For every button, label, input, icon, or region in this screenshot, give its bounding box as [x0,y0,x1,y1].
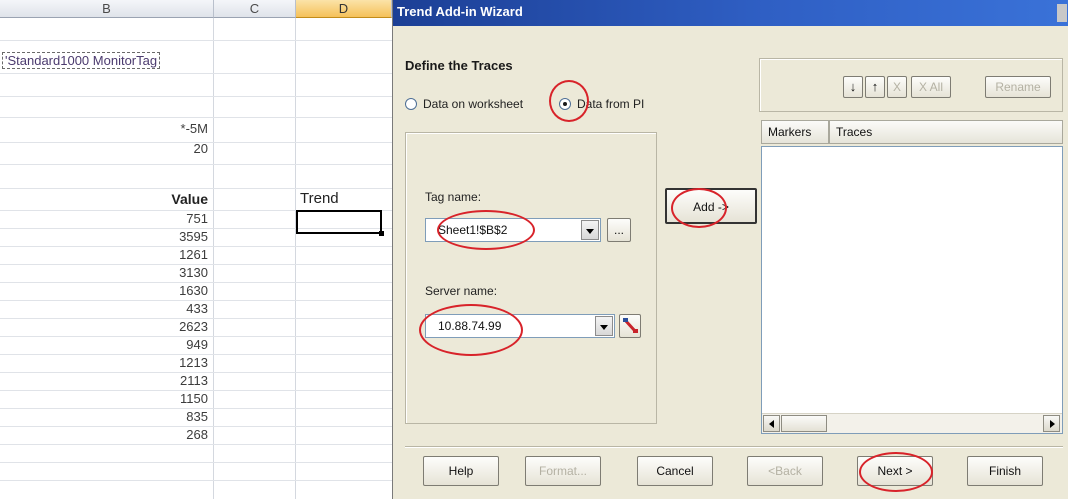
scroll-left-icon[interactable] [763,415,780,432]
row-line [0,117,392,118]
row-line [0,480,392,481]
server-name-combo[interactable]: 10.88.74.99 [425,314,615,338]
spreadsheet: B C D 'Standard1000 MonitorTag *-5M 20 V… [0,0,392,499]
remove-trace-button[interactable]: X [887,76,907,98]
value-cell[interactable]: 1630 [0,282,212,300]
radio-data-from-pi[interactable] [559,98,571,110]
section-title: Define the Traces [405,58,513,73]
scroll-thumb[interactable] [781,415,827,432]
row-line [0,96,392,97]
trend-wizard-dialog: Trend Add-in Wizard Define the Traces Da… [392,0,1068,499]
remove-all-button[interactable]: X All [911,76,951,98]
value-cell[interactable]: 1150 [0,390,212,408]
radio-data-on-worksheet[interactable] [405,98,417,110]
chevron-down-icon[interactable] [595,316,613,336]
dialog-title: Trend Add-in Wizard [397,4,523,19]
value-cell[interactable]: 949 [0,336,212,354]
cancel-button[interactable]: Cancel [637,456,713,486]
row-line [0,188,392,189]
row-line [0,444,392,445]
value-cell[interactable]: 3595 [0,228,212,246]
value-cell[interactable]: 268 [0,426,212,444]
server-name-label: Server name: [425,284,498,298]
value-cell[interactable]: 835 [0,408,212,426]
value-cell[interactable]: 751 [0,210,212,228]
list-header-traces[interactable]: Traces [829,120,1063,144]
row-line [0,73,392,74]
tag-cell[interactable]: 'Standard1000 MonitorTag [2,52,214,70]
value-cell[interactable]: 1213 [0,354,212,372]
server-connect-button[interactable] [619,314,641,338]
traces-listbox[interactable]: Markers Traces [761,120,1063,434]
connection-icon [623,318,638,333]
radio-worksheet-label[interactable]: Data on worksheet [423,97,523,111]
tag-name-combo[interactable]: Sheet1!$B$2 [425,218,601,242]
button-divider [405,446,1063,448]
value-header-cell[interactable]: Value [0,190,212,208]
horizontal-scrollbar[interactable] [762,413,1062,433]
row-line [0,462,392,463]
tag-name-label: Tag name: [425,190,482,204]
trend-header-cell[interactable]: Trend [300,190,390,208]
finish-button[interactable]: Finish [967,456,1043,486]
row-line [0,164,392,165]
column-header-c[interactable]: C [214,0,296,18]
browse-button[interactable]: ... [607,218,631,242]
count-cell[interactable]: 20 [0,140,212,158]
dialog-titlebar[interactable]: Trend Add-in Wizard [393,0,1068,26]
value-cell[interactable]: 3130 [0,264,212,282]
tag-name-value: Sheet1!$B$2 [438,223,508,237]
value-cell[interactable]: 433 [0,300,212,318]
list-header-markers[interactable]: Markers [761,120,829,144]
close-icon[interactable] [1057,4,1067,22]
column-header-b[interactable]: B [0,0,214,18]
move-up-button[interactable]: ↑ [865,76,885,98]
value-cell[interactable]: 2623 [0,318,212,336]
move-down-button[interactable]: ↓ [843,76,863,98]
value-cell[interactable]: 1261 [0,246,212,264]
back-button[interactable]: <Back [747,456,823,486]
next-button[interactable]: Next > [857,456,933,486]
input-group-box [405,132,657,424]
add-trace-button[interactable]: Add -> [665,188,757,224]
row-line [0,40,392,41]
start-time-cell[interactable]: *-5M [0,120,212,138]
server-name-value: 10.88.74.99 [438,319,502,333]
active-cell-selection[interactable] [296,210,384,236]
radio-pi-label[interactable]: Data from PI [577,97,644,111]
scroll-right-icon[interactable] [1043,415,1060,432]
rename-button[interactable]: Rename [985,76,1051,98]
tag-cell-text: 'Standard1000 MonitorTag [2,52,161,69]
help-button[interactable]: Help [423,456,499,486]
value-cell[interactable]: 2113 [0,372,212,390]
chevron-down-icon[interactable] [581,220,599,240]
column-header-d[interactable]: D [296,0,392,18]
format-button[interactable]: Format... [525,456,601,486]
